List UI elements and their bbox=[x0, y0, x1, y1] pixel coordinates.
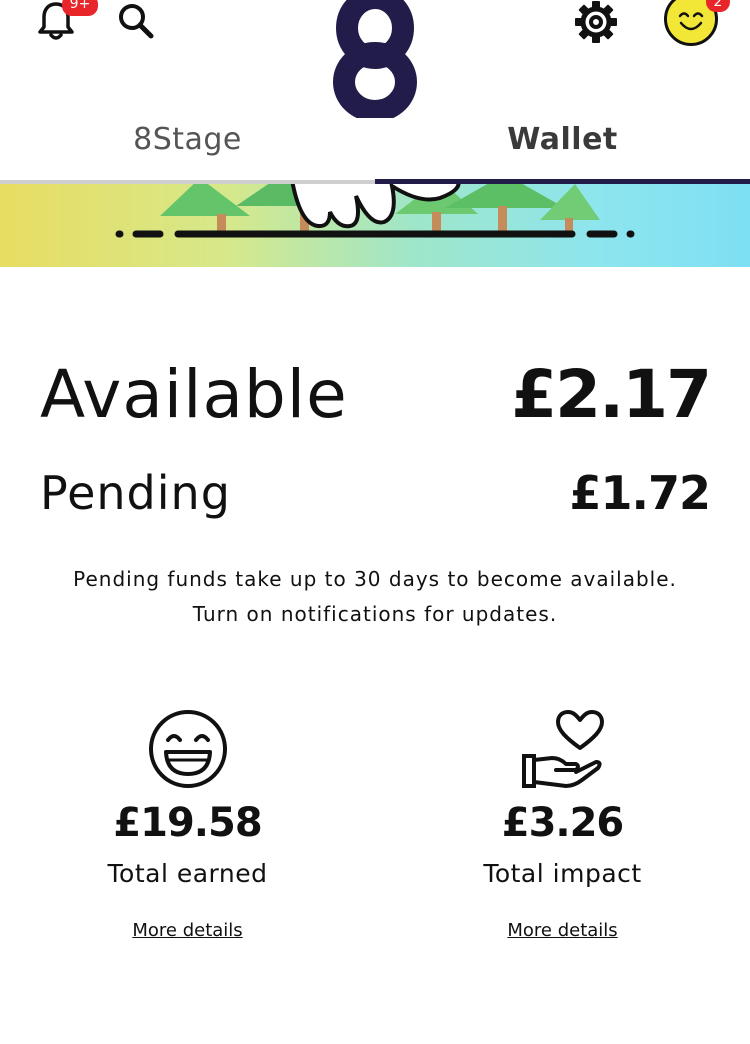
pending-info-line-1: Pending funds take up to 30 days to beco… bbox=[73, 567, 677, 591]
gear-icon bbox=[575, 1, 617, 43]
logo-8-icon bbox=[333, 0, 417, 122]
brand-logo[interactable] bbox=[328, 0, 422, 122]
total-impact-more-details-link[interactable]: More details bbox=[375, 916, 750, 946]
pending-amount: £1.72 bbox=[569, 466, 711, 520]
tab-wallet[interactable]: Wallet bbox=[375, 112, 750, 182]
pending-balance-row: Pending £1.72 bbox=[40, 462, 711, 526]
total-earned-amount: £19.58 bbox=[113, 800, 262, 846]
laughing-face-icon bbox=[149, 710, 227, 788]
pending-info-note: Pending funds take up to 30 days to beco… bbox=[0, 562, 750, 632]
available-amount: £2.17 bbox=[511, 356, 712, 433]
total-earned-label: Total earned bbox=[107, 859, 268, 888]
wallet-banner-illustration bbox=[0, 184, 750, 267]
total-impact-amount: £3.26 bbox=[501, 800, 625, 846]
profile-badge: 2 bbox=[706, 0, 730, 12]
notifications-badge: 9+ bbox=[62, 0, 98, 16]
total-earned-more-details-link[interactable]: More details bbox=[0, 916, 375, 946]
available-label: Available bbox=[40, 356, 348, 433]
settings-button[interactable] bbox=[572, 0, 620, 46]
available-balance-row: Available £2.17 bbox=[40, 352, 712, 442]
trees-illustration bbox=[115, 184, 635, 238]
tab-8stage[interactable]: 8Stage bbox=[0, 112, 375, 182]
pending-info-line-2: Turn on notifications for updates. bbox=[192, 602, 558, 626]
total-earned-card: £19.58 Total earned More details bbox=[0, 700, 375, 960]
total-impact-label: Total impact bbox=[483, 859, 642, 888]
top-bar: 9+ 2 bbox=[0, 0, 750, 122]
pending-label: Pending bbox=[40, 466, 231, 520]
total-impact-card: £3.26 Total impact More details bbox=[375, 700, 750, 960]
search-icon bbox=[119, 4, 154, 39]
search-button[interactable] bbox=[114, 0, 158, 42]
heart-in-hand-icon bbox=[522, 710, 604, 788]
tab-bar: 8Stage Wallet bbox=[0, 112, 750, 184]
